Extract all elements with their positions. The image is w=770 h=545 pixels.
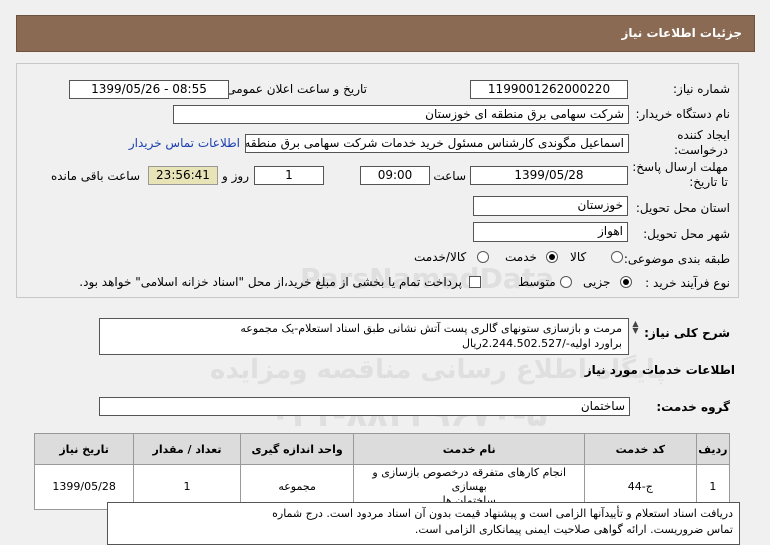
need-number-label: شماره نیاز:	[673, 82, 730, 96]
service-group-field[interactable]: ساختمان	[99, 397, 630, 416]
announce-date-field[interactable]: 1399/05/26 - 08:55	[69, 80, 229, 99]
category-goods-radio[interactable]	[611, 251, 623, 263]
category-label: طبقه بندی موضوعی:	[623, 252, 730, 266]
city-field[interactable]: اهواز	[473, 222, 628, 242]
category-goods-service-radio[interactable]	[477, 251, 489, 263]
announce-date-label: تاریخ و ساعت اعلان عمومی:	[222, 82, 367, 96]
col-service-name: نام خدمت	[353, 433, 585, 465]
creator-label-2: درخواست:	[674, 143, 728, 157]
buyer-label: نام دستگاه خریدار:	[635, 107, 731, 121]
note-line1: دریافت اسناد استعلام و تأییدآنها الزامی …	[272, 507, 733, 520]
description-line2: براورد اولیه-/2.244.502.527ریال	[461, 337, 622, 350]
deadline-date-field[interactable]: 1399/05/28	[470, 166, 628, 185]
services-section-title: اطلاعات خدمات مورد نیاز	[584, 363, 735, 377]
buyer-note-field[interactable]: دریافت اسناد استعلام و تأییدآنها الزامی …	[107, 502, 740, 545]
province-field[interactable]: خوزستان	[473, 196, 628, 216]
deadline-time-label: ساعت	[433, 169, 466, 183]
description-field[interactable]: مرمت و بازسازی ستونهای گالری پست آتش نشا…	[99, 318, 629, 355]
process-medium-radio[interactable]	[560, 276, 572, 288]
province-label: استان محل تحویل:	[635, 201, 730, 215]
deadline-label-1: مهلت ارسال پاسخ:	[632, 160, 728, 174]
deadline-label-2: تا تاریخ:	[689, 175, 728, 189]
table-header-row: تاریخ نیاز تعداد / مقدار واحد اندازه گیر…	[33, 433, 731, 465]
deadline-time-field[interactable]: 09:00	[360, 166, 430, 185]
page-title: جزئیات اطلاعات نیاز	[621, 26, 742, 40]
countdown-timer: 23:56:41	[148, 166, 218, 185]
description-line1: مرمت و بازسازی ستونهای گالری پست آتش نشا…	[240, 322, 622, 335]
contact-info-link[interactable]: اطلاعات تماس خریدار	[129, 136, 240, 150]
category-goods-service-label: کالا/خدمت	[414, 250, 467, 264]
treasury-payment-checkbox[interactable]	[469, 276, 481, 288]
creator-label-1: ایجاد کننده	[677, 128, 730, 142]
process-medium-label: متوسط	[518, 275, 556, 289]
col-date: تاریخ نیاز	[33, 433, 135, 465]
process-label: نوع فرآیند خرید :	[645, 276, 730, 290]
category-service-label: خدمت	[505, 250, 537, 264]
city-label: شهر محل تحویل:	[643, 227, 730, 241]
category-goods-label: کالا	[570, 250, 587, 264]
col-index: ردیف	[695, 433, 731, 465]
treasury-payment-label: پرداخت تمام یا بخشی از مبلغ خرید،از محل …	[79, 275, 462, 289]
note-line2: تماس ضروریست. ارائه گواهی صلاحیت ایمنی پ…	[414, 523, 733, 536]
days-field[interactable]: 1	[254, 166, 324, 185]
days-label: روز و	[222, 169, 249, 183]
service-name-line1: انجام کارهای متفرقه درخصوص بازسازی و بهس…	[372, 466, 567, 493]
buyer-field[interactable]: شرکت سهامی برق منطقه ای خوزستان	[173, 105, 629, 124]
description-label: شرح کلی نیاز:	[644, 326, 730, 340]
remaining-label: ساعت باقی مانده	[50, 169, 140, 183]
category-service-radio[interactable]	[546, 251, 558, 263]
creator-field[interactable]: اسماعیل مگوندی کارشناس مسئول خرید خدمات …	[245, 134, 629, 153]
need-number-field[interactable]: 1199001262000220	[470, 80, 628, 99]
services-table: تاریخ نیاز تعداد / مقدار واحد اندازه گیر…	[33, 433, 731, 510]
col-unit: واحد اندازه گیری	[239, 433, 355, 465]
process-minor-label: جزیی	[583, 275, 611, 289]
col-qty: تعداد / مقدار	[133, 433, 241, 465]
col-service-code: کد خدمت	[584, 433, 697, 465]
process-minor-radio[interactable]	[620, 276, 632, 288]
scroll-arrows-icon[interactable]: ▲ ▼	[631, 320, 640, 336]
page-header: جزئیات اطلاعات نیاز	[16, 15, 755, 52]
service-group-label: گروه خدمت:	[656, 400, 730, 414]
